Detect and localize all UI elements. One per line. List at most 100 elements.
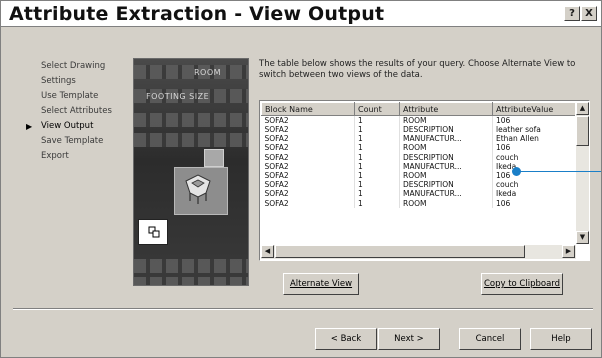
- cell-block-name: SOFA2: [261, 189, 355, 199]
- cell-count: 1: [354, 152, 400, 162]
- illustration-label-room: ROOM: [194, 68, 222, 77]
- cancel-button[interactable]: Cancel: [459, 328, 521, 350]
- cell-block-name: SOFA2: [261, 143, 355, 153]
- illustration-strip: [134, 65, 248, 79]
- table-row[interactable]: SOFA2 1 ROOM 106: [261, 115, 575, 125]
- copy-to-clipboard-button[interactable]: Copy to Clipboard: [481, 273, 563, 295]
- horizontal-scrollbar[interactable]: ◀ ▶: [261, 245, 576, 259]
- wizard-steps: Select Drawing Settings Use Template Sel…: [15, 59, 130, 164]
- scroll-left-icon[interactable]: ◀: [261, 245, 274, 258]
- cell-attribute: ROOM: [399, 143, 493, 153]
- cell-attribute: DESCRIPTION: [399, 180, 493, 190]
- cell-attribute-value: leather sofa: [492, 125, 575, 135]
- illustration-strip: [134, 259, 248, 273]
- cell-block-name: SOFA2: [261, 152, 355, 162]
- output-table-frame: Block Name Count Attribute AttributeValu…: [259, 100, 590, 261]
- step-view-output[interactable]: ▶ View Output: [15, 119, 130, 134]
- cell-attribute-value: 106: [492, 170, 575, 181]
- cell-attribute-value: Ikeda: [492, 161, 575, 171]
- cell-attribute: ROOM: [399, 170, 493, 181]
- chair-icon: [185, 174, 211, 204]
- step-save-template[interactable]: Save Template: [15, 134, 130, 149]
- cell-block-name: SOFA2: [261, 115, 355, 125]
- cell-count: 1: [354, 189, 400, 199]
- table-row[interactable]: SOFA2 1 DESCRIPTION couch: [261, 152, 575, 162]
- step-label: Select Drawing: [41, 61, 106, 71]
- next-button[interactable]: Next >: [378, 328, 440, 350]
- help-title-button[interactable]: ?: [564, 6, 580, 21]
- scroll-down-icon[interactable]: ▼: [576, 231, 589, 244]
- cell-count: 1: [354, 134, 400, 144]
- step-settings[interactable]: Settings: [15, 74, 130, 89]
- step-select-attributes[interactable]: Select Attributes: [15, 104, 130, 119]
- close-title-button[interactable]: X: [581, 6, 597, 21]
- illustration-icon-box: [138, 219, 168, 245]
- footer-divider: [13, 308, 593, 310]
- cell-block-name: SOFA2: [261, 198, 355, 208]
- copy-to-clipboard-label: Copy to Clipboard: [483, 279, 561, 289]
- cell-count: 1: [354, 115, 400, 125]
- step-label: Settings: [41, 76, 76, 86]
- cell-count: 1: [354, 180, 400, 190]
- vertical-scroll-thumb[interactable]: [576, 116, 589, 146]
- cell-block-name: SOFA2: [261, 125, 355, 135]
- scroll-up-icon[interactable]: ▲: [576, 102, 589, 115]
- cell-attribute-value: 106: [492, 143, 575, 153]
- blocks-icon: [148, 226, 160, 238]
- cell-attribute: DESCRIPTION: [399, 152, 493, 162]
- step-select-drawing[interactable]: Select Drawing: [15, 59, 130, 74]
- attribute-extraction-dialog: Attribute Extraction - View Output ? X S…: [0, 0, 602, 358]
- illustration-label-footing: FOOTING SIZE: [146, 92, 210, 101]
- alternate-view-label: Alternate View: [289, 279, 353, 289]
- step-export[interactable]: Export: [15, 149, 130, 164]
- illustration-strip: [134, 277, 248, 285]
- column-header-attribute[interactable]: Attribute: [399, 102, 493, 116]
- cell-attribute-value: Ethan Allen: [492, 134, 575, 144]
- output-table[interactable]: Block Name Count Attribute AttributeValu…: [261, 102, 575, 244]
- step-label: View Output: [41, 121, 94, 131]
- cell-attribute-value: 106: [492, 198, 575, 208]
- step-use-template[interactable]: Use Template: [15, 89, 130, 104]
- table-row[interactable]: SOFA2 1 MANUFACTUR... Ikeda: [261, 161, 575, 171]
- cell-block-name: SOFA2: [261, 170, 355, 181]
- cell-block-name: SOFA2: [261, 134, 355, 144]
- column-header-block-name[interactable]: Block Name: [261, 102, 355, 116]
- cell-count: 1: [354, 161, 400, 171]
- scroll-right-icon[interactable]: ▶: [562, 245, 575, 258]
- table-row[interactable]: SOFA2 1 MANUFACTUR... Ethan Allen: [261, 134, 575, 144]
- instructions-text: The table below shows the results of you…: [259, 59, 576, 80]
- cell-attribute: MANUFACTUR...: [399, 161, 493, 171]
- current-step-pointer-icon: ▶: [26, 122, 33, 131]
- cell-attribute: DESCRIPTION: [399, 125, 493, 135]
- table-row[interactable]: SOFA2 1 DESCRIPTION couch: [261, 180, 575, 190]
- callout-marker-icon: [512, 167, 521, 176]
- column-header-count[interactable]: Count: [354, 102, 400, 116]
- cell-attribute: MANUFACTUR...: [399, 134, 493, 144]
- table-row[interactable]: SOFA2 1 MANUFACTUR... Ikeda: [261, 189, 575, 199]
- cell-count: 1: [354, 170, 400, 181]
- table-row[interactable]: SOFA2 1 ROOM 106: [261, 170, 575, 181]
- cell-block-name: SOFA2: [261, 161, 355, 171]
- help-button[interactable]: Help: [530, 328, 592, 350]
- title-bar: Attribute Extraction - View Output ? X: [1, 1, 601, 27]
- step-label: Save Template: [41, 136, 104, 146]
- cell-attribute-value: 106: [492, 115, 575, 125]
- cell-attribute-value: couch: [492, 152, 575, 162]
- back-button[interactable]: < Back: [315, 328, 377, 350]
- horizontal-scroll-thumb[interactable]: [275, 245, 525, 258]
- alternate-view-button[interactable]: Alternate View: [283, 273, 359, 295]
- table-row[interactable]: SOFA2 1 ROOM 106: [261, 198, 575, 208]
- illustration-strip: [134, 113, 248, 127]
- column-header-attribute-value[interactable]: AttributeValue: [492, 102, 575, 116]
- callout-line: [517, 171, 601, 172]
- cell-attribute: ROOM: [399, 198, 493, 208]
- cell-attribute-value: couch: [492, 180, 575, 190]
- cell-attribute: MANUFACTUR...: [399, 189, 493, 199]
- table-row[interactable]: SOFA2 1 ROOM 106: [261, 143, 575, 153]
- cell-block-name: SOFA2: [261, 180, 355, 190]
- wizard-illustration: ROOM FOOTING SIZE: [133, 58, 249, 286]
- table-row[interactable]: SOFA2 1 DESCRIPTION leather sofa: [261, 125, 575, 135]
- vertical-scrollbar[interactable]: ▲ ▼: [576, 102, 589, 244]
- cell-count: 1: [354, 198, 400, 208]
- cell-count: 1: [354, 125, 400, 135]
